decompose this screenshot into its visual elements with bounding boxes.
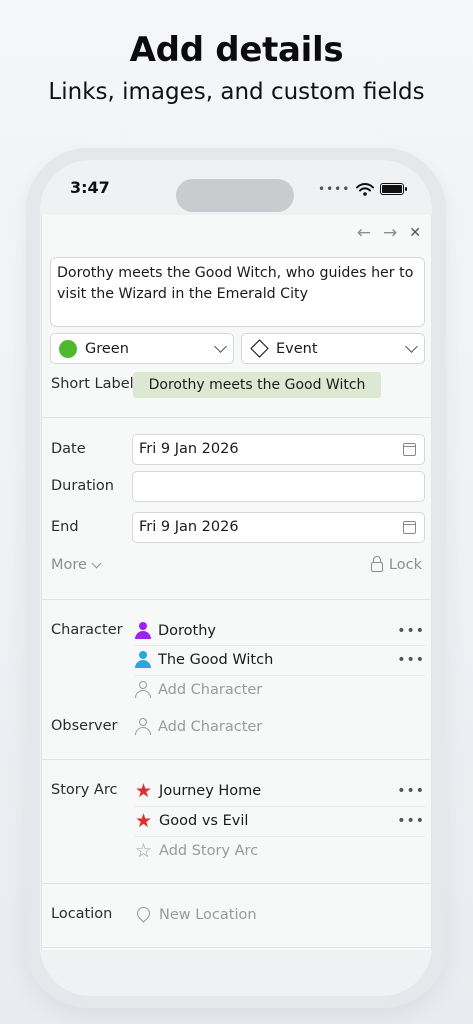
location-label: Location: [51, 906, 113, 922]
character-row[interactable]: Dorothy •••: [135, 617, 425, 645]
event-diamond-icon: [250, 339, 269, 358]
date-value: Fri 9 Jan 2026: [139, 441, 239, 457]
person-outline-icon: [135, 718, 151, 736]
chevron-down-icon: [405, 339, 418, 353]
more-options-icon[interactable]: •••: [397, 652, 425, 668]
end-label: End: [51, 519, 79, 535]
end-date-value: Fri 9 Jan 2026: [139, 519, 239, 535]
more-button[interactable]: More: [51, 557, 102, 573]
forward-arrow-icon[interactable]: →: [383, 223, 397, 243]
add-character-label: Add Character: [158, 682, 263, 698]
character-label: Character: [51, 622, 123, 638]
star-icon: ★: [135, 780, 153, 802]
divider: [42, 947, 433, 948]
battery-icon: [380, 183, 408, 195]
back-arrow-icon[interactable]: ←: [357, 223, 371, 243]
divider: [42, 759, 433, 760]
chevron-down-icon: [214, 339, 227, 353]
end-date-field[interactable]: Fri 9 Jan 2026: [132, 512, 425, 543]
sheet-nav: ← → ✕: [357, 223, 421, 243]
divider: [42, 883, 433, 884]
short-label-label: Short Label: [51, 376, 134, 392]
color-swatch: [59, 339, 77, 358]
more-options-icon[interactable]: •••: [397, 813, 425, 829]
divider: [42, 417, 433, 418]
hero-title: Add details: [129, 30, 344, 70]
chevron-down-icon: [91, 558, 102, 568]
person-icon: [135, 651, 151, 669]
add-story-arc-button[interactable]: ☆ Add Story Arc: [135, 837, 425, 865]
star-outline-icon: ☆: [135, 840, 153, 862]
add-observer-label: Add Character: [158, 719, 263, 735]
star-icon: ★: [135, 810, 153, 832]
lock-icon: [370, 556, 383, 572]
duration-field[interactable]: [132, 471, 425, 502]
type-select-value: Event: [276, 340, 318, 357]
observer-label: Observer: [51, 718, 118, 734]
add-location-label: New Location: [159, 907, 257, 923]
add-observer-button[interactable]: Add Character: [135, 713, 425, 741]
close-icon[interactable]: ✕: [409, 225, 421, 243]
lock-label: Lock: [388, 557, 422, 573]
signal-icon: ••••: [318, 182, 351, 196]
date-label: Date: [51, 441, 86, 457]
more-options-icon[interactable]: •••: [397, 623, 425, 639]
character-name: Dorothy: [158, 623, 217, 639]
story-arc-row[interactable]: ★ Good vs Evil •••: [135, 807, 425, 835]
story-arc-label: Story Arc: [51, 782, 118, 798]
hero-subtitle: Links, images, and custom fields: [48, 79, 425, 105]
add-character-button[interactable]: Add Character: [135, 676, 425, 704]
more-options-icon[interactable]: •••: [397, 783, 425, 799]
short-label-chip[interactable]: Dorothy meets the Good Witch: [133, 372, 381, 398]
calendar-icon[interactable]: [403, 521, 416, 534]
calendar-icon[interactable]: [403, 443, 416, 456]
character-row[interactable]: The Good Witch •••: [135, 646, 425, 674]
add-location-button[interactable]: New Location: [134, 901, 425, 929]
location-pin-icon: [134, 903, 153, 923]
story-arc-name: Journey Home: [159, 783, 262, 799]
description-textarea[interactable]: Dorothy meets the Good Witch, who guides…: [50, 257, 425, 327]
color-select[interactable]: Green: [50, 333, 234, 364]
type-select[interactable]: Event: [241, 333, 425, 364]
person-outline-icon: [135, 681, 151, 699]
event-detail-sheet: ← → ✕ Dorothy meets the Good Witch, who …: [41, 215, 433, 950]
dynamic-island: [176, 179, 294, 212]
status-time: 3:47: [70, 178, 110, 197]
date-field[interactable]: Fri 9 Jan 2026: [132, 434, 425, 465]
person-icon: [135, 622, 151, 640]
story-arc-name: Good vs Evil: [159, 813, 249, 829]
character-name: The Good Witch: [158, 652, 274, 668]
story-arc-row[interactable]: ★ Journey Home •••: [135, 777, 425, 805]
status-icons: ••••: [318, 182, 408, 196]
duration-label: Duration: [51, 478, 114, 494]
divider: [42, 599, 433, 600]
lock-button[interactable]: Lock: [370, 556, 422, 573]
add-story-arc-label: Add Story Arc: [159, 843, 259, 859]
wifi-icon: [356, 182, 375, 196]
more-label: More: [51, 557, 87, 573]
color-select-value: Green: [85, 340, 129, 357]
